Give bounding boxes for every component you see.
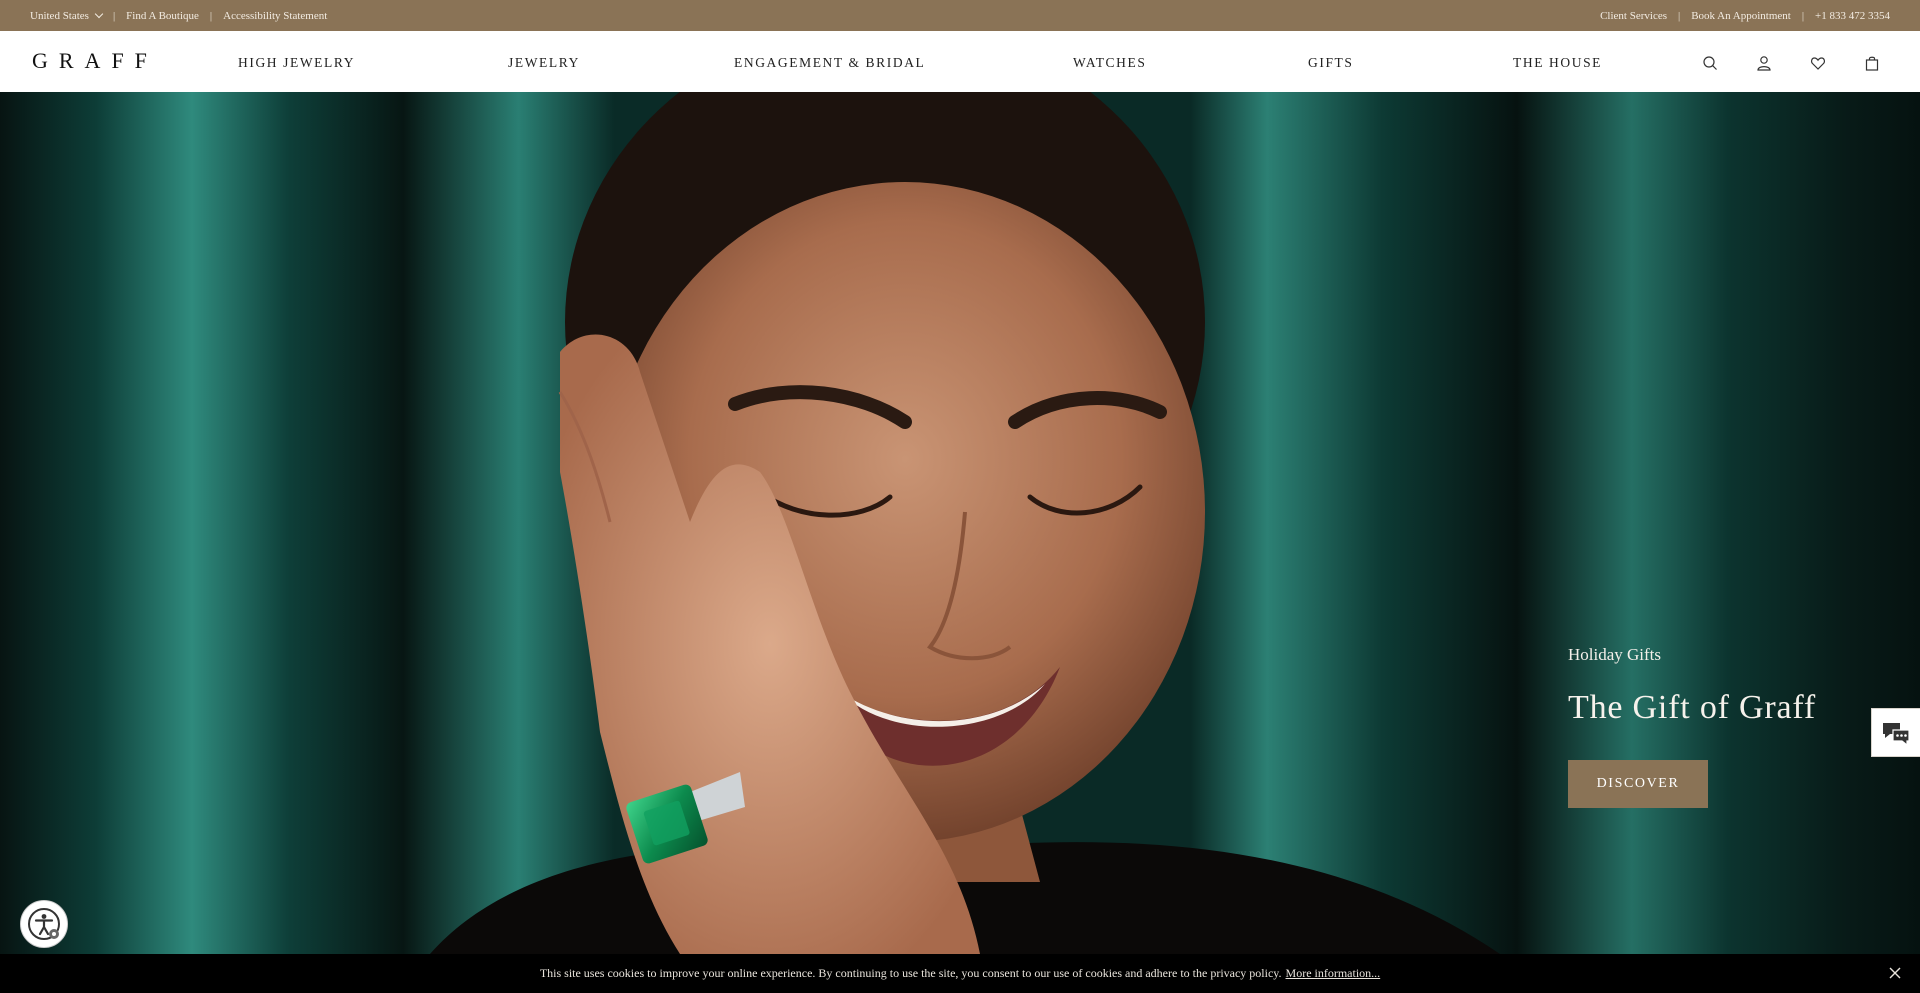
- nav-item-high-jewelry[interactable]: HIGH JEWELRY: [238, 55, 355, 71]
- nav-item-engagement-bridal[interactable]: ENGAGEMENT & BRIDAL: [734, 55, 925, 71]
- close-icon[interactable]: [1888, 966, 1902, 980]
- chat-button[interactable]: [1871, 708, 1920, 757]
- cookie-more-info-link[interactable]: More information...: [1286, 966, 1381, 981]
- country-selector[interactable]: United States: [30, 9, 104, 22]
- hero-title: The Gift of Graff: [1568, 689, 1817, 726]
- find-boutique-link[interactable]: Find A Boutique: [126, 10, 199, 22]
- chat-icon: [1883, 722, 1910, 746]
- utility-left: United States | Find A Boutique | Access…: [30, 9, 327, 22]
- nav-item-gifts[interactable]: GIFTS: [1308, 55, 1354, 71]
- separator: |: [1678, 9, 1681, 22]
- heart-icon[interactable]: [1810, 55, 1826, 71]
- discover-button[interactable]: DISCOVER: [1568, 760, 1708, 808]
- nav-item-watches[interactable]: WATCHES: [1073, 55, 1146, 71]
- bag-icon[interactable]: [1864, 55, 1880, 71]
- chevron-down-icon: [94, 9, 104, 18]
- country-label: United States: [30, 9, 89, 22]
- nav-item-the-house[interactable]: THE HOUSE: [1513, 55, 1602, 71]
- hero-text-block: Holiday Gifts The Gift of Graff: [1568, 645, 1816, 727]
- main-navigation: GRAFF HIGH JEWELRY JEWELRY ENGAGEMENT & …: [0, 31, 1920, 92]
- cookie-text: This site uses cookies to improve your o…: [539, 966, 1282, 980]
- accessibility-statement-link[interactable]: Accessibility Statement: [223, 10, 327, 22]
- hero-eyebrow: Holiday Gifts: [1568, 645, 1662, 664]
- cookie-banner: This site uses cookies to improve your o…: [0, 954, 1920, 993]
- separator: |: [209, 9, 213, 22]
- utility-bar: United States | Find A Boutique | Access…: [0, 0, 1920, 31]
- accessibility-icon: [28, 908, 60, 940]
- nav-item-jewelry[interactable]: JEWELRY: [508, 55, 580, 71]
- hero-banner: Holiday Gifts The Gift of Graff DISCOVER: [0, 92, 1920, 954]
- book-appointment-link[interactable]: Book An Appointment: [1691, 10, 1791, 22]
- client-services-link[interactable]: Client Services: [1600, 10, 1667, 22]
- phone-link[interactable]: +1 833 472 3354: [1815, 10, 1890, 22]
- separator: |: [1801, 9, 1805, 22]
- hero-image: [0, 92, 1920, 954]
- separator: |: [112, 9, 116, 22]
- utility-right: Client Services | Book An Appointment | …: [1600, 10, 1890, 22]
- graff-logo[interactable]: GRAFF: [32, 48, 158, 74]
- account-icon[interactable]: [1756, 55, 1772, 71]
- accessibility-widget-button[interactable]: [20, 900, 68, 948]
- search-icon[interactable]: [1702, 55, 1718, 71]
